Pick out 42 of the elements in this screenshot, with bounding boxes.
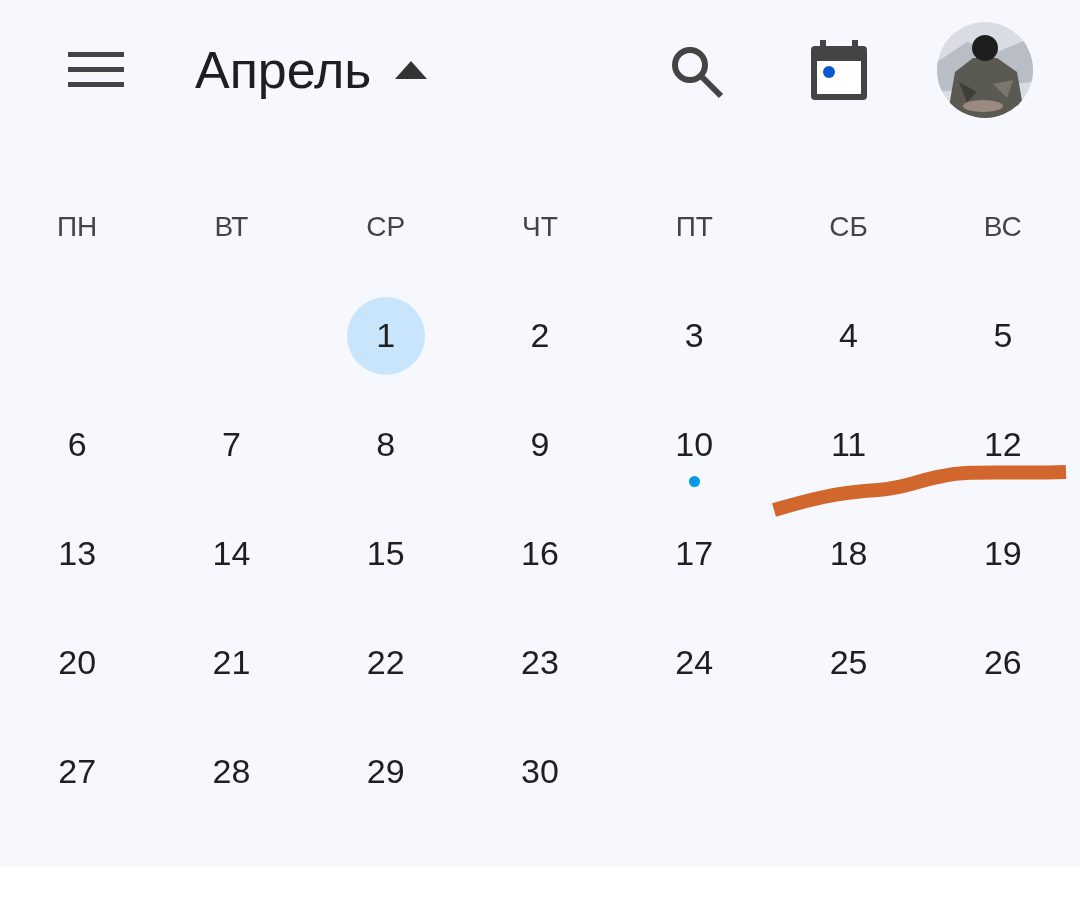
weekday-label: ЧТ xyxy=(522,210,558,244)
day-cell[interactable]: 27 xyxy=(38,732,117,811)
caret-icon xyxy=(395,61,428,79)
day-cell[interactable]: 17 xyxy=(655,514,734,593)
day-cell[interactable]: 18 xyxy=(809,514,888,593)
menu-icon[interactable] xyxy=(68,52,124,88)
day-cell[interactable]: 25 xyxy=(809,623,888,702)
weekday-label: СР xyxy=(366,210,406,244)
day-cell[interactable]: 14 xyxy=(192,514,271,593)
day-cell[interactable]: 3 xyxy=(655,296,734,375)
day-cell[interactable]: 13 xyxy=(38,514,117,593)
day-cell[interactable]: 15 xyxy=(346,514,425,593)
day-cell[interactable]: 30 xyxy=(501,732,579,811)
weekday-label: СБ xyxy=(829,210,868,244)
weekday-label: ВТ xyxy=(214,210,249,244)
day-cell[interactable]: 20 xyxy=(38,623,117,702)
day-cell[interactable]: 19 xyxy=(963,514,1042,593)
day-cell[interactable]: 5 xyxy=(963,296,1042,375)
day-cell[interactable]: 2 xyxy=(501,296,579,375)
weekday-label: ПТ xyxy=(675,210,713,244)
day-cell[interactable]: 11 xyxy=(809,405,888,484)
day-cell[interactable]: 22 xyxy=(346,623,425,702)
search-icon[interactable] xyxy=(670,45,724,99)
day-cell[interactable]: 6 xyxy=(38,405,117,484)
weekday-label: ПН xyxy=(56,210,98,244)
weekday-label: ВС xyxy=(983,210,1022,244)
day-cell[interactable]: 4 xyxy=(809,296,888,375)
day-cell[interactable]: 10 xyxy=(655,405,734,484)
day-cell[interactable]: 21 xyxy=(192,623,271,702)
day-cell[interactable]: 26 xyxy=(963,623,1042,702)
day-cell[interactable]: 29 xyxy=(346,732,425,811)
day-cell[interactable]: 1 xyxy=(346,296,425,375)
day-cell[interactable]: 8 xyxy=(346,405,425,484)
day-cell[interactable]: 7 xyxy=(192,405,271,484)
day-cell[interactable]: 12 xyxy=(963,405,1042,484)
day-cell[interactable]: 9 xyxy=(501,405,579,484)
day-cell[interactable]: 28 xyxy=(192,732,271,811)
day-cell[interactable]: 16 xyxy=(501,514,579,593)
calendar-icon[interactable] xyxy=(811,40,867,100)
day-cell[interactable]: 23 xyxy=(501,623,579,702)
day-cell[interactable]: 24 xyxy=(655,623,734,702)
month-picker[interactable]: Апрель xyxy=(195,40,428,100)
